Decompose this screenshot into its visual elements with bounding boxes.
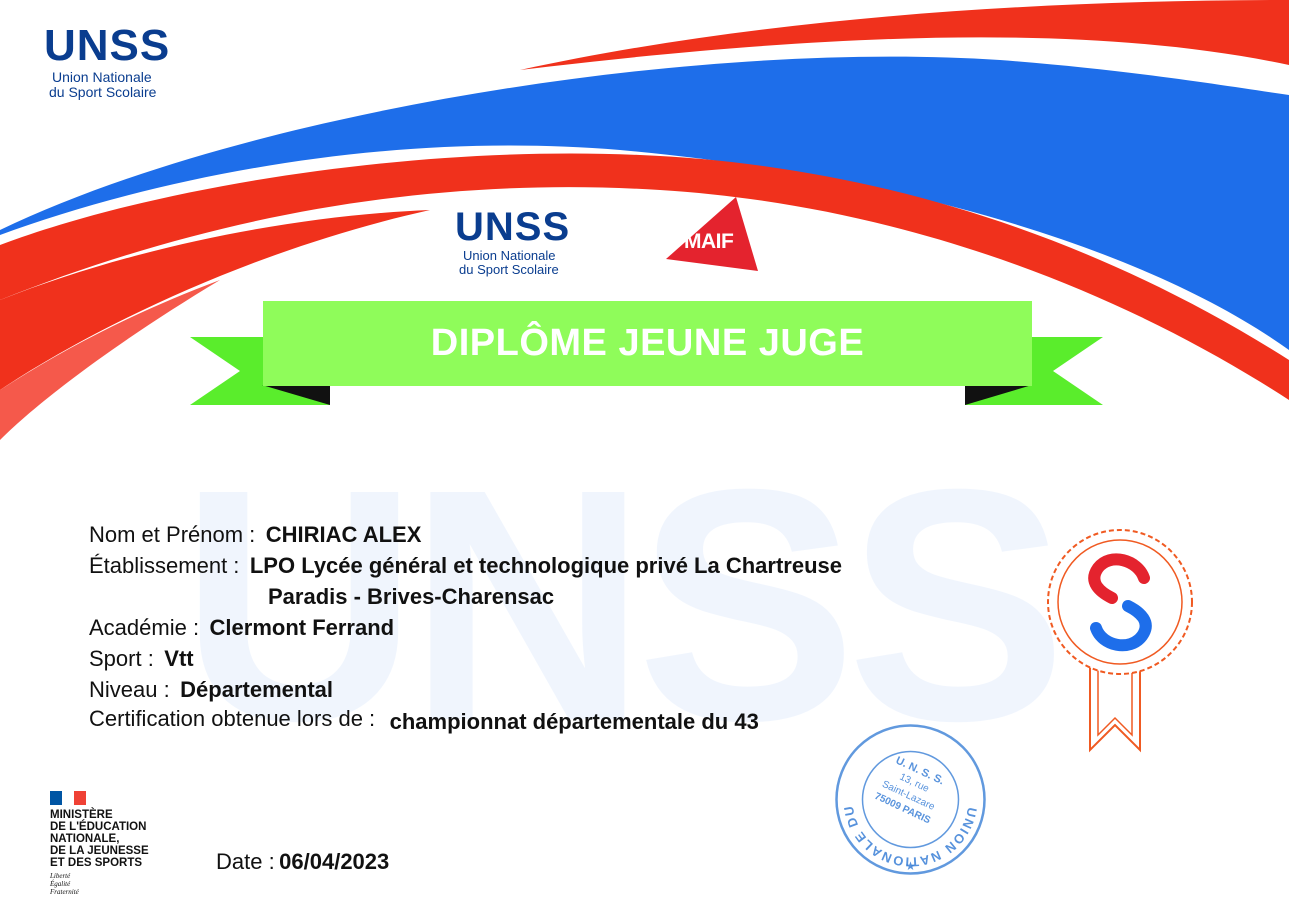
motto-line-1: Liberté [50,872,71,880]
field-certification-label: Certification obtenue lors de : [89,706,376,731]
diploma-banner: DIPLÔME JEUNE JUGE [263,301,1032,386]
diploma-title: DIPLÔME JEUNE JUGE [430,322,865,364]
svg-text:★: ★ [905,859,916,873]
field-level: Niveau : Départemental [89,677,333,703]
rosette-seal-icon [1047,529,1193,753]
marianne-flag-icon [50,791,86,805]
field-school: Établissement : LPO Lycée général et tec… [89,553,842,579]
ministry-line-4: DE LA JEUNESSE [50,845,149,857]
field-academy-label: Académie : [89,615,200,640]
field-school-label: Établissement : [89,553,240,578]
field-certification: Certification obtenue lors de : champion… [89,706,759,734]
field-school-value-line1: LPO Lycée général et technologique privé… [249,553,842,578]
field-sport: Sport : Vtt [89,646,194,672]
field-academy: Académie : Clermont Ferrand [89,615,394,641]
motto-line-3: Fraternité [50,888,79,896]
field-sport-value: Vtt [164,646,194,671]
ministry-logo: MINISTÈRE DE L'ÉDUCATION NATIONALE, DE L… [50,791,180,896]
ministry-line-2: DE L'ÉDUCATION [50,821,147,833]
ribbon-tails [190,337,1103,405]
field-certification-value: championnat départementale du 43 [389,709,759,734]
ministry-line-3: NATIONALE, [50,833,120,845]
field-name-label: Nom et Prénom : [89,522,256,547]
field-sport-label: Sport : [89,646,154,671]
field-name-value: CHIRIAC ALEX [265,522,422,547]
motto-line-2: Égalité [50,880,71,888]
stamp: UNION NATIONALE DU SPORT SCOLAIRE ★ U. N… [833,722,988,877]
date-label: Date : [216,849,275,874]
ministry-line-5: ET DES SPORTS [50,857,143,869]
field-name: Nom et Prénom : CHIRIAC ALEX [89,522,421,548]
field-level-label: Niveau : [89,677,170,702]
field-level-value: Départemental [180,677,334,702]
date: Date : 06/04/2023 [216,849,389,875]
ministry-line-1: MINISTÈRE [50,809,113,821]
date-value: 06/04/2023 [279,849,390,874]
field-school-value-line2: Paradis - Brives-Charensac [268,584,555,609]
field-academy-value: Clermont Ferrand [209,615,395,640]
